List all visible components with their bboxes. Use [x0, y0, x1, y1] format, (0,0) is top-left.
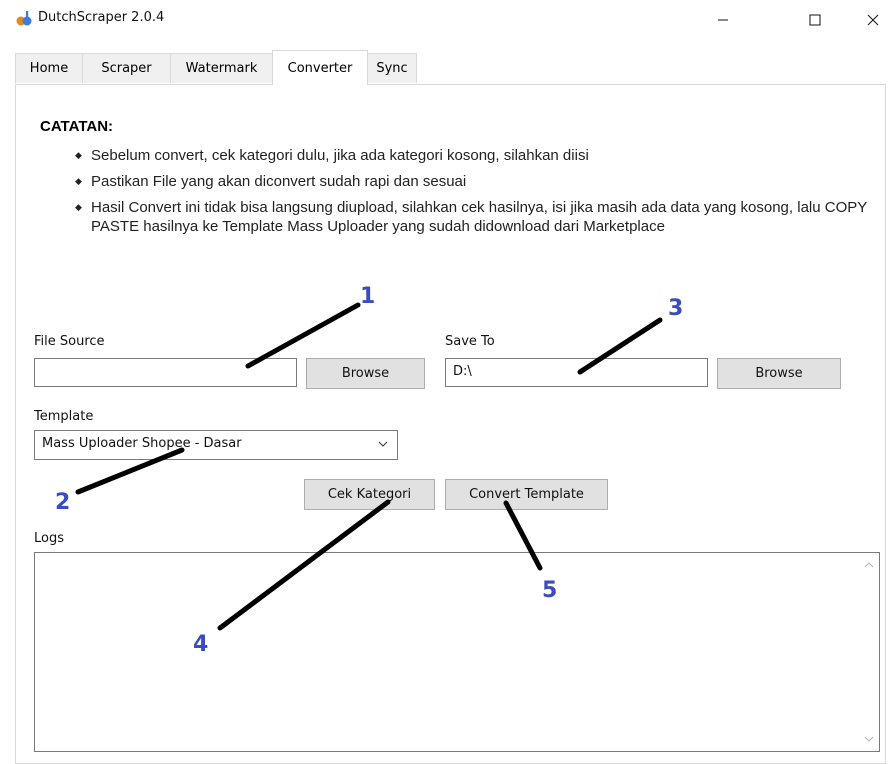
template-selected-value: Mass Uploader Shopee - Dasar [42, 436, 242, 451]
callout-number-4: 4 [193, 632, 209, 657]
chevron-down-icon [378, 441, 388, 447]
callout-number-3: 3 [668, 296, 684, 321]
tab-home[interactable]: Home [15, 53, 83, 83]
save-to-browse-button[interactable]: Browse [717, 358, 841, 389]
notes-list: Sebelum convert, cek kategori dulu, jika… [75, 146, 875, 243]
file-source-input[interactable] [34, 358, 297, 387]
close-button[interactable] [850, 0, 896, 40]
save-to-input[interactable]: D:\ [445, 358, 708, 387]
file-source-browse-button[interactable]: Browse [306, 358, 425, 389]
callout-number-5: 5 [542, 578, 558, 603]
notes-title: CATATAN: [40, 118, 114, 135]
note-item: Hasil Convert ini tidak bisa langsung di… [75, 198, 875, 236]
logs-scrollbar[interactable] [859, 553, 879, 751]
save-to-label: Save To [445, 334, 495, 349]
cek-kategori-button[interactable]: Cek Kategori [304, 479, 435, 510]
tab-converter[interactable]: Converter [272, 50, 368, 85]
tab-watermark[interactable]: Watermark [170, 53, 273, 83]
note-item: Sebelum convert, cek kategori dulu, jika… [75, 146, 875, 165]
callout-number-2: 2 [55, 490, 71, 515]
minimize-icon [718, 19, 728, 21]
scroll-up-icon[interactable] [864, 561, 874, 569]
logs-label: Logs [34, 531, 64, 546]
scroll-down-icon[interactable] [864, 735, 874, 743]
title-bar: DutchScraper 2.0.4 [0, 0, 896, 40]
app-logo-icon [16, 11, 32, 26]
template-select[interactable]: Mass Uploader Shopee - Dasar [34, 430, 398, 460]
window-title: DutchScraper 2.0.4 [38, 10, 165, 25]
file-source-label: File Source [34, 334, 105, 349]
maximize-icon [809, 14, 821, 26]
template-label: Template [34, 409, 94, 424]
tab-scraper[interactable]: Scraper [82, 53, 171, 83]
tab-sync[interactable]: Sync [367, 53, 417, 83]
convert-template-button[interactable]: Convert Template [445, 479, 608, 510]
logs-textarea[interactable] [34, 552, 880, 752]
note-item: Pastikan File yang akan diconvert sudah … [75, 172, 875, 191]
minimize-button[interactable] [700, 0, 746, 40]
maximize-button[interactable] [792, 0, 838, 40]
close-icon [867, 14, 879, 26]
callout-number-1: 1 [360, 284, 376, 309]
